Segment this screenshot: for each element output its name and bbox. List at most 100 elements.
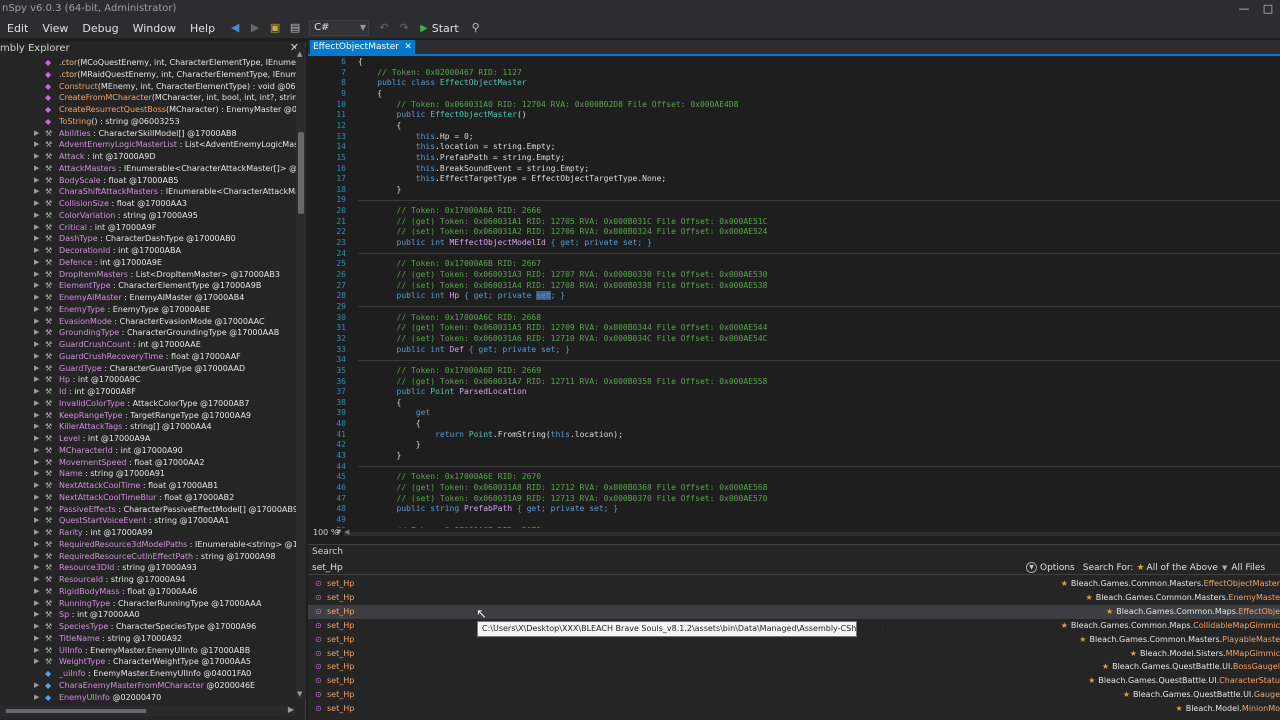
tree-vertical-scrollbar[interactable]: ▲ ▼ bbox=[296, 48, 306, 700]
tree-item[interactable]: ▶ ⚒ CharaShiftAttackMasters : IEnumerable<… bbox=[0, 186, 296, 198]
search-icon[interactable]: ⚲ bbox=[469, 21, 483, 35]
expand-icon[interactable]: ▶ bbox=[34, 551, 39, 563]
minimize-icon[interactable]: — bbox=[1232, 1, 1256, 17]
expand-icon[interactable]: ▶ bbox=[34, 327, 39, 339]
expand-icon[interactable]: ▶ bbox=[34, 304, 39, 316]
zoom-level[interactable]: 100 % bbox=[313, 528, 338, 537]
expand-icon[interactable]: ▶ bbox=[34, 598, 39, 610]
start-button[interactable]: ▶ Start bbox=[420, 22, 459, 35]
assembly-tree[interactable]: ◆ .ctor(MCoQuestEnemy, int, CharacterElem… bbox=[0, 57, 296, 707]
language-select[interactable]: C# ▼ bbox=[309, 20, 370, 36]
expand-icon[interactable]: ▶ bbox=[34, 492, 39, 504]
tree-item[interactable]: ▶ ⚒ Hp : int @17000A9C bbox=[0, 374, 296, 386]
scroll-thumb[interactable] bbox=[6, 709, 146, 713]
expand-icon[interactable]: ▶ bbox=[34, 539, 39, 551]
tree-item[interactable]: ▶ ⚒ UIInfo : EnemyMaster.EnemyUIInfo @1700… bbox=[0, 645, 296, 657]
tree-item[interactable]: ▶ ⚒ RigidBodyMass : float @17000AA6 bbox=[0, 586, 296, 598]
search-result-row[interactable]: ⊙ set_Hp ★ Bleach.Games.Common.Masters.Enem… bbox=[308, 591, 1280, 605]
tree-item[interactable]: ▶ ⚒ ResourceId : string @17000A94 bbox=[0, 574, 296, 586]
expand-icon[interactable]: ▶ bbox=[34, 175, 39, 187]
scroll-left-icon[interactable]: ◀ bbox=[344, 528, 349, 536]
open-list-icon[interactable]: ▤ bbox=[288, 21, 302, 35]
expand-icon[interactable]: ▶ bbox=[34, 645, 39, 657]
expand-icon[interactable]: ▶ bbox=[34, 480, 39, 492]
search-result-row[interactable]: ⊙ set_Hp ★ Bleach.Model.Sisters.MMapGimmic bbox=[308, 647, 1280, 661]
tree-item[interactable]: ▶ ⚒ DashType : CharacterDashType @17000AB0 bbox=[0, 233, 296, 245]
tree-horizontal-scrollbar[interactable]: ▶ bbox=[0, 705, 296, 716]
tree-item[interactable]: ▶ ⚒ MovementSpeed : float @17000AA2 bbox=[0, 457, 296, 469]
expand-icon[interactable]: ▶ bbox=[34, 609, 39, 621]
chevron-down-icon[interactable]: ▼ bbox=[336, 528, 341, 536]
back-icon[interactable]: ◀ bbox=[228, 21, 242, 35]
expand-icon[interactable]: ▶ bbox=[34, 139, 39, 151]
tree-item[interactable]: ▶ ⚒ GuardType : CharacterGuardType @17000A… bbox=[0, 363, 296, 375]
tree-item[interactable]: ▶ ⚒ ElementType : CharacterElementType @17… bbox=[0, 280, 296, 292]
expand-icon[interactable]: ▶ bbox=[34, 410, 39, 422]
tree-item[interactable]: ▶ ⚒ GuardCrushRecoveryTime : float @17000A… bbox=[0, 351, 296, 363]
expand-icon[interactable]: ▶ bbox=[34, 515, 39, 527]
expand-icon[interactable]: ▶ bbox=[34, 198, 39, 210]
code-editor[interactable]: 6{7 // Token: 0x02000467 RID: 1127 8 publ… bbox=[308, 56, 1280, 528]
tree-item[interactable]: ▶ ⚒ WeightType : CharacterWeightType @1700… bbox=[0, 656, 296, 668]
tree-item[interactable]: ▶ ⚒ Id : int @17000A8F bbox=[0, 386, 296, 398]
tree-item[interactable]: ▶ ⚒ DropItemMasters : List<DropItemMaster>… bbox=[0, 269, 296, 281]
tree-item[interactable]: ◆ CreateFromMCharacter(MCharacter, int, b… bbox=[0, 92, 296, 104]
expand-icon[interactable]: ▶ bbox=[34, 245, 39, 257]
tree-item[interactable]: ▶ ◆ CharaEnemyMasterFromMCharacter @020004… bbox=[0, 680, 296, 692]
tree-item[interactable]: ▶ ⚒ Attack : int @17000A9D bbox=[0, 151, 296, 163]
search-result-row[interactable]: ⊙ set_Hp ★ Bleach.Games.QuestBattle.UI.Char… bbox=[308, 674, 1280, 688]
tree-item[interactable]: ▶ ⚒ TitleName : string @17000A92 bbox=[0, 633, 296, 645]
expand-icon[interactable]: ▶ bbox=[34, 151, 39, 163]
expand-icon[interactable]: ▶ bbox=[34, 128, 39, 140]
scroll-thumb[interactable] bbox=[298, 132, 304, 214]
tree-item[interactable]: ▶ ⚒ RequiredResource3dModelPaths : IEnumer… bbox=[0, 539, 296, 551]
tree-item[interactable]: ▶ ⚒ AttackMasters : IEnumerable<CharacterA… bbox=[0, 163, 296, 175]
tree-item[interactable]: ▶ ⚒ EnemyType : EnemyType @17000A8E bbox=[0, 304, 296, 316]
tree-item[interactable]: ▶ ⚒ Resource3DId : string @17000A93 bbox=[0, 562, 296, 574]
menu-help[interactable]: Help bbox=[183, 22, 222, 35]
tree-item[interactable]: ▶ ⚒ EvasionMode : CharacterEvasionMode @17… bbox=[0, 316, 296, 328]
menu-debug[interactable]: Debug bbox=[75, 22, 125, 35]
expand-icon[interactable]: ▶ bbox=[34, 233, 39, 245]
search-result-row[interactable]: ⊙ set_Hp ★ Bleach.Model.MinionMo bbox=[308, 702, 1280, 716]
tree-item[interactable]: ▶ ⚒ RequiredResourceCutInEffectPath : stri… bbox=[0, 551, 296, 563]
tree-item[interactable]: ▶ ⚒ MCharacterId : int @17000A90 bbox=[0, 445, 296, 457]
chevron-down-icon[interactable]: ▼ bbox=[1222, 564, 1227, 572]
expand-icon[interactable]: ▶ bbox=[34, 586, 39, 598]
expand-icon[interactable]: ▶ bbox=[34, 633, 39, 645]
expand-icon[interactable]: ▶ bbox=[34, 433, 39, 445]
tree-item[interactable]: ▶ ⚒ PassiveEffects : CharacterPassiveEffec… bbox=[0, 504, 296, 516]
forward-icon[interactable]: ▶ bbox=[248, 21, 262, 35]
expand-icon[interactable]: ▶ bbox=[34, 292, 39, 304]
expand-icon[interactable]: ▶ bbox=[34, 445, 39, 457]
expand-icon[interactable]: ▶ bbox=[34, 339, 39, 351]
search-result-row[interactable]: ⊙ set_Hp ★ Bleach.Games.Common.Masters.Effe… bbox=[308, 577, 1280, 591]
expand-icon[interactable]: ▶ bbox=[34, 257, 39, 269]
tree-item[interactable]: ▶ ⚒ Abilities : CharacterSkillModel[] @170… bbox=[0, 128, 296, 140]
scroll-up-icon[interactable]: ▲ bbox=[297, 50, 302, 58]
tree-item[interactable]: ▶ ⚒ SpeciesType : CharacterSpeciesType @17… bbox=[0, 621, 296, 633]
tree-item[interactable]: ◆ ToString() : string @06003253 bbox=[0, 116, 296, 128]
search-input[interactable]: set_Hp bbox=[312, 563, 343, 573]
expand-icon[interactable]: ▶ bbox=[34, 692, 39, 704]
tree-item[interactable]: ▶ ⚒ GuardCrushCount : int @17000AAE bbox=[0, 339, 296, 351]
tree-item[interactable]: ▶ ⚒ Rarity : int @17000A99 bbox=[0, 527, 296, 539]
tree-item[interactable]: ▶ ⚒ ColorVariation : string @17000A95 bbox=[0, 210, 296, 222]
search-result-row[interactable]: ⊙ set_Hp ★ Bleach.Games.QuestBattle.UI.Gaug… bbox=[308, 688, 1280, 702]
undo-icon[interactable]: ↶ bbox=[377, 21, 391, 35]
tree-item[interactable]: ▶ ⚒ EnemyAIMaster : EnemyAIMaster @17000AB… bbox=[0, 292, 296, 304]
tree-item[interactable]: ▶ ⚒ Sp : int @17000AA0 bbox=[0, 609, 296, 621]
expand-icon[interactable]: ▶ bbox=[34, 457, 39, 469]
scroll-down-icon[interactable]: ▼ bbox=[297, 690, 302, 698]
expand-icon[interactable]: ▶ bbox=[34, 656, 39, 668]
tree-item[interactable]: ▶ ⚒ CollisionSize : float @17000AA3 bbox=[0, 198, 296, 210]
expand-icon[interactable]: ▶ bbox=[34, 562, 39, 574]
search-for-select[interactable]: All of the Above bbox=[1147, 563, 1218, 573]
expand-icon[interactable]: ▶ bbox=[34, 398, 39, 410]
expand-icon[interactable]: ▶ bbox=[34, 351, 39, 363]
tree-item[interactable]: ▶ ⚒ AdventEnemyLogicMasterList : List<Adve… bbox=[0, 139, 296, 151]
maximize-icon[interactable]: □ bbox=[1256, 1, 1280, 17]
editor-horizontal-scrollbar[interactable]: ◀ bbox=[344, 528, 1280, 536]
tree-item[interactable]: ▶ ⚒ RunningType : CharacterRunningType @17… bbox=[0, 598, 296, 610]
tree-item[interactable]: ▶ ⚒ KeepRangeType : TargetRangeType @17000… bbox=[0, 410, 296, 422]
